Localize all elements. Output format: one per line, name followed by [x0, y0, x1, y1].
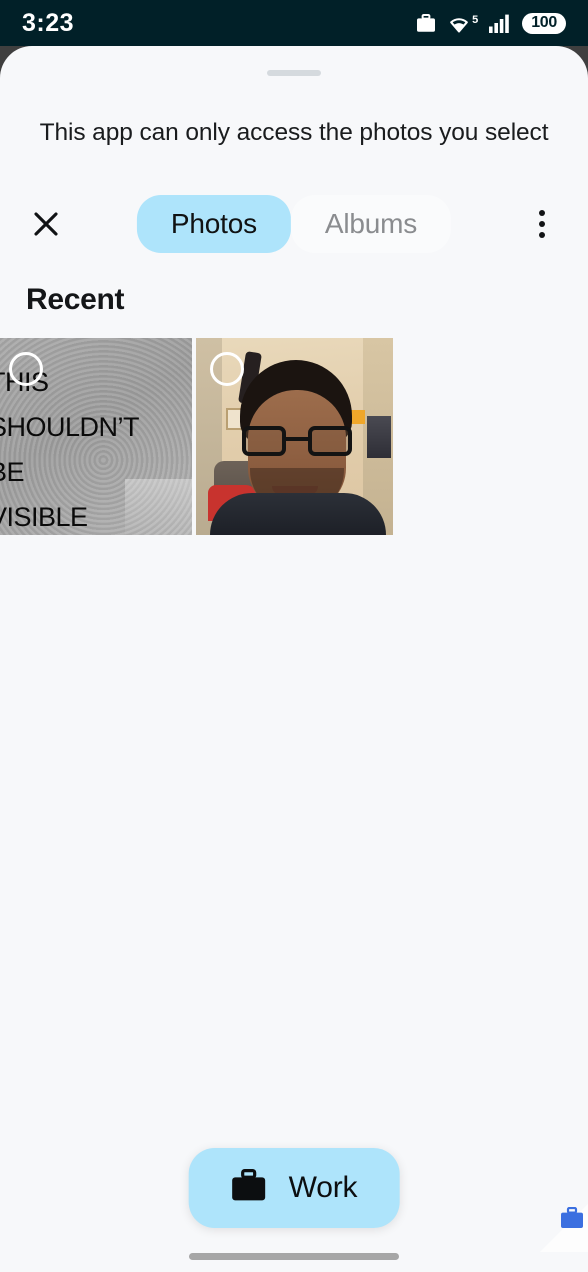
work-profile-label: Work [288, 1171, 358, 1204]
sheet-drag-handle[interactable] [267, 70, 321, 76]
overflow-menu-button[interactable] [520, 202, 564, 246]
photo-select-checkbox[interactable] [9, 352, 43, 386]
status-bar-icons: 5 100 [416, 12, 566, 34]
work-profile-corner-badge [540, 1204, 588, 1252]
picker-tabs: Photos Albums [136, 195, 452, 253]
briefcase-icon [231, 1169, 267, 1207]
photo-thumbnail-screen-text[interactable]: THIS SHOULDN’T BE VISIBLE [0, 338, 192, 535]
tab-albums[interactable]: Albums [290, 195, 452, 253]
photo-detail [308, 426, 352, 456]
overflow-dot [539, 221, 545, 227]
work-briefcase-badge-icon [560, 1206, 584, 1234]
photo-grid: THIS SHOULDN’T BE VISIBLE [0, 338, 588, 535]
cellular-signal-icon [489, 14, 511, 33]
photo-detail [367, 416, 391, 458]
photo-detail [242, 426, 286, 456]
battery-level-indicator: 100 [522, 12, 566, 34]
overflow-dot [539, 210, 545, 216]
photo-thumbnail-selfie[interactable] [196, 338, 393, 535]
picker-toolbar: Photos Albums [0, 189, 588, 259]
photo-picker-sheet: This app can only access the photos you … [0, 46, 588, 1272]
overflow-dot [539, 232, 545, 238]
photo-detail [242, 426, 352, 456]
work-profile-button[interactable]: Work [188, 1148, 400, 1228]
photo-detail [210, 493, 386, 535]
phone-screen: 3:23 5 100 This app can only access the … [0, 0, 588, 1272]
status-bar: 3:23 5 100 [0, 0, 588, 46]
wifi-icon: 5 [447, 14, 478, 33]
close-button[interactable] [24, 202, 68, 246]
section-title-recent: Recent [26, 283, 125, 316]
photo-glare [125, 479, 192, 535]
tab-photos[interactable]: Photos [136, 195, 291, 253]
status-bar-clock: 3:23 [22, 8, 75, 37]
sheet-subtitle: This app can only access the photos you … [39, 119, 549, 146]
work-briefcase-icon [416, 13, 436, 33]
photo-detail [286, 437, 308, 441]
close-icon [34, 212, 58, 236]
photo-select-checkbox[interactable] [210, 352, 244, 386]
wifi-generation-label: 5 [472, 13, 479, 26]
gesture-navigation-bar[interactable] [189, 1253, 399, 1260]
